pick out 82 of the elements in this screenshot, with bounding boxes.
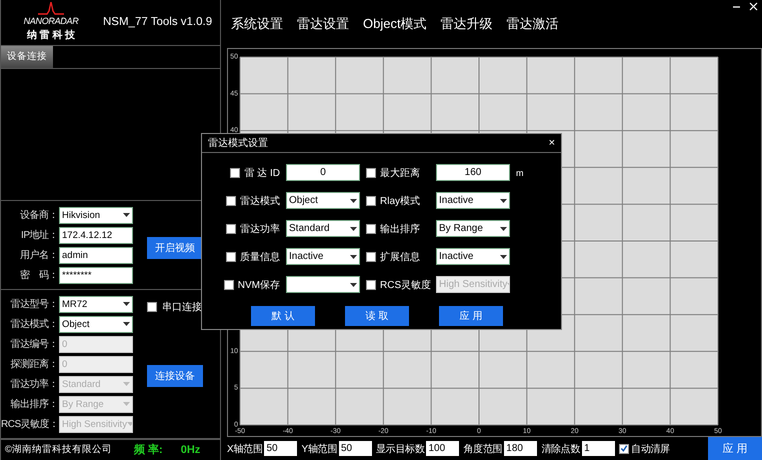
input-field[interactable]: 50 (338, 441, 372, 456)
close-icon[interactable] (749, 2, 758, 11)
checkbox[interactable] (230, 168, 240, 178)
checkbox-label: RCS灵敏度 (380, 278, 432, 292)
field-label: Y轴范围 (301, 442, 337, 456)
field-label: 输出排序： (10, 398, 59, 412)
field-label: 密 码： (19, 268, 59, 282)
checkbox[interactable] (147, 302, 157, 312)
field-label: IP地址： (20, 228, 59, 242)
field-label: RCS灵敏度： (1, 418, 59, 432)
input-field[interactable]: 50 (264, 441, 298, 456)
checkbox[interactable] (619, 444, 630, 454)
button[interactable]: 读 取 (345, 306, 409, 326)
menu-item[interactable]: 雷达升级 (440, 15, 493, 33)
field-label: 设备商： (19, 208, 59, 222)
dropdown[interactable]: By Range (436, 220, 510, 237)
checkbox-label: 质量信息 (240, 250, 280, 264)
field-label: 雷达模式： (10, 318, 59, 332)
button[interactable]: 连接设备 (147, 364, 203, 387)
checkbox-label: 雷达模式 (240, 194, 280, 208)
checkbox-label: 串口连接 (162, 300, 202, 314)
menu-item[interactable]: Object模式 (363, 15, 427, 33)
field-label: 用户名： (19, 248, 59, 262)
app-title: NSM_77 Tools v1.0.9 (103, 16, 212, 28)
dropdown[interactable]: Inactive (436, 248, 510, 265)
dropdown[interactable] (286, 276, 360, 293)
menu-item[interactable]: 系统设置 (231, 15, 283, 33)
unit-label: m (516, 168, 524, 178)
input-field[interactable]: 160 (436, 164, 510, 181)
input-field[interactable]: 100 (426, 441, 460, 456)
field-label: 雷达编号： (10, 338, 59, 352)
checkbox[interactable] (366, 168, 376, 178)
checkbox-label: 最大距离 (380, 166, 420, 180)
checkbox-label: 雷 达 ID (244, 166, 280, 180)
frequency-label: 频 率: (134, 442, 163, 458)
apply-button[interactable]: 应 用 (708, 437, 762, 460)
checkbox-label: 自动清屏 (631, 442, 670, 456)
checkbox[interactable] (366, 252, 376, 262)
copyright-text: ©湖南纳雷科技有限公司 (5, 443, 112, 456)
close-button[interactable]: × (548, 137, 555, 149)
dropdown[interactable]: Inactive (436, 192, 510, 209)
field-label: X轴范围 (227, 442, 262, 456)
button[interactable]: 默 认 (251, 306, 315, 326)
field-label: 探测距离： (10, 358, 59, 372)
checkbox[interactable] (224, 280, 234, 290)
checkbox[interactable] (226, 252, 236, 262)
menu-item[interactable]: 雷达设置 (297, 15, 349, 33)
checkbox-label: 雷达功率 (240, 222, 280, 236)
logo-subtitle: 纳 雷 科 技 (26, 28, 76, 42)
button[interactable]: 应 用 (439, 306, 503, 326)
dropdown[interactable]: Inactive (286, 248, 360, 265)
checkbox-label: NVM保存 (238, 278, 280, 292)
checkbox-label: 扩展信息 (380, 250, 420, 264)
input-field[interactable]: 172.4.12.12 (59, 226, 133, 244)
checkbox[interactable] (226, 196, 236, 206)
input-field[interactable]: ******** (59, 266, 133, 284)
input-field[interactable]: admin (59, 246, 133, 264)
checkbox-label: Rlay模式 (380, 194, 420, 208)
logo-text: NANORADAR (24, 16, 78, 26)
field-label: 雷达功率： (10, 378, 59, 392)
input-field[interactable]: 180 (504, 441, 538, 456)
dropdown[interactable]: Object (286, 192, 360, 209)
dialog-title: 雷达模式设置 (208, 136, 268, 150)
menu-item[interactable]: 雷达激活 (506, 15, 559, 33)
frequency-value: 0Hz (180, 444, 200, 456)
input-field[interactable]: 0 (286, 164, 360, 181)
button[interactable]: 开启视频 (147, 236, 203, 259)
field-label: 显示目标数 (376, 442, 424, 456)
field-label: 清除点数 (541, 442, 580, 456)
input-field[interactable]: 1 (582, 441, 616, 456)
checkbox[interactable] (226, 224, 236, 234)
dropdown[interactable]: Object (59, 316, 133, 333)
checkbox[interactable] (366, 224, 376, 234)
field-label: 角度范围 (463, 442, 502, 456)
wave-icon (38, 2, 64, 16)
dropdown[interactable]: MR72 (59, 296, 133, 313)
dropdown[interactable]: Hikvision (59, 206, 133, 224)
tab[interactable]: 设备连接 (1, 46, 53, 68)
field-label: 雷达型号： (10, 298, 59, 312)
checkbox[interactable] (366, 196, 376, 206)
checkbox-label: 输出排序 (380, 222, 420, 236)
dropdown[interactable]: Standard (286, 220, 360, 237)
